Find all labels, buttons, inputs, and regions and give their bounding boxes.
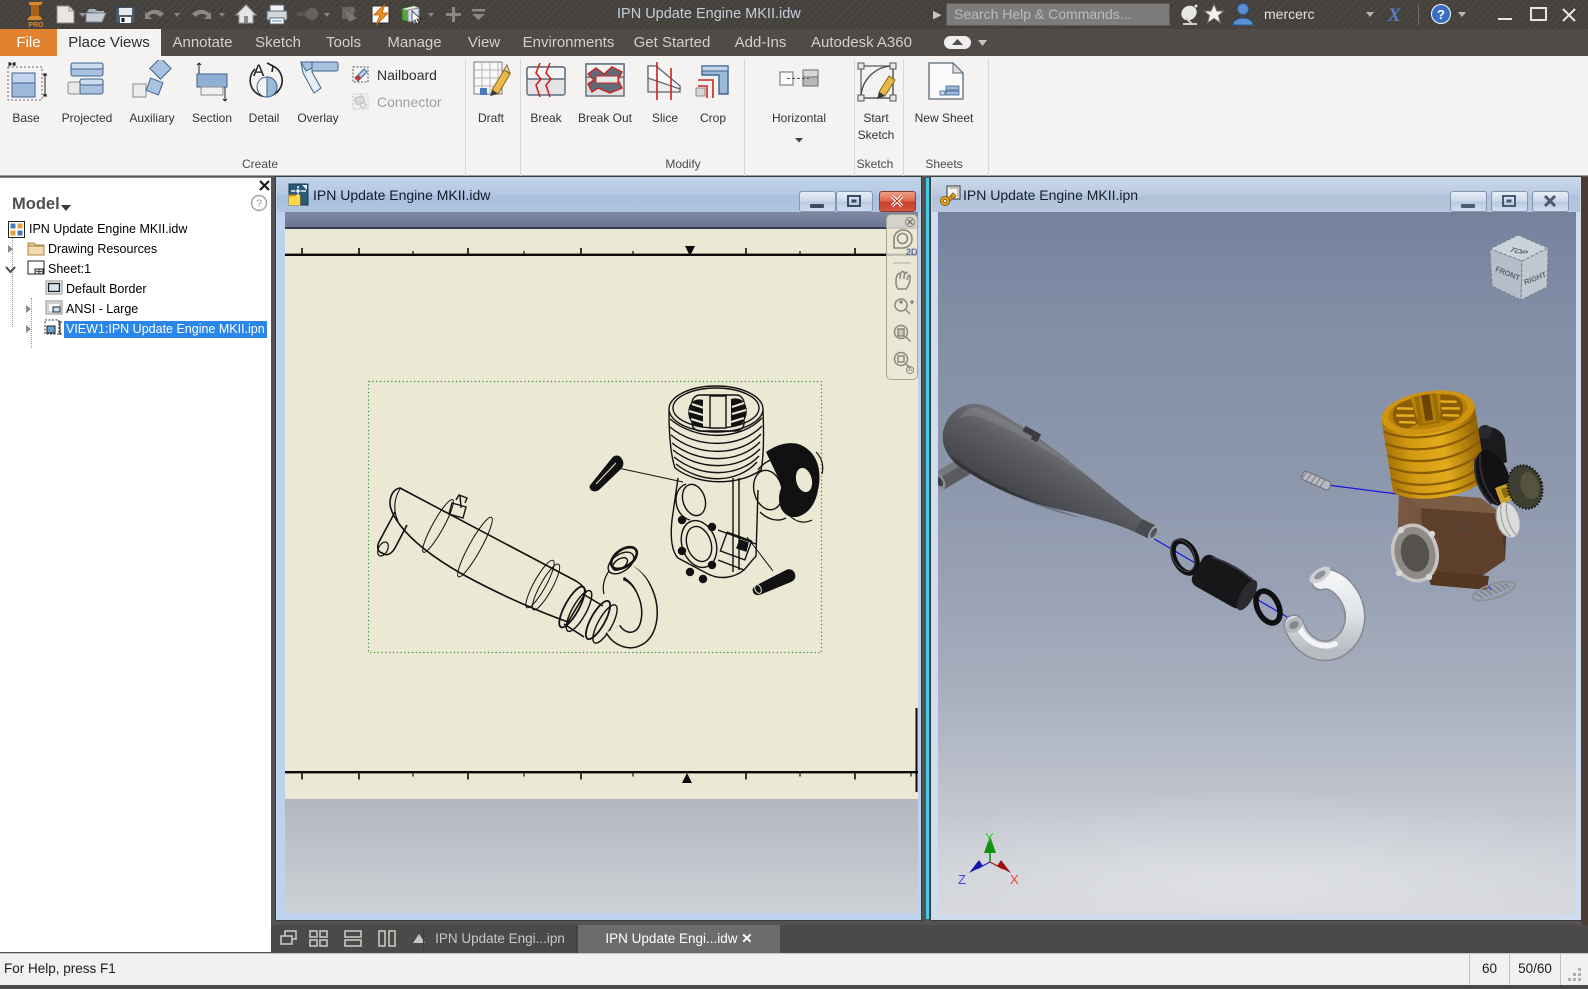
svg-text:PRO: PRO [28,22,44,29]
svg-text:2D: 2D [906,247,917,257]
svg-text:X: X [1387,5,1402,26]
svg-text:12: 12 [1451,519,1466,535]
svg-text:Y: Y [985,830,994,845]
svg-text:A: A [253,61,265,80]
svg-text:?: ? [256,198,262,210]
svg-text:?: ? [1437,7,1445,22]
svg-text:X: X [1010,872,1019,887]
svg-text:mercerc: mercerc [1264,6,1315,22]
svg-text:Z: Z [958,872,966,887]
